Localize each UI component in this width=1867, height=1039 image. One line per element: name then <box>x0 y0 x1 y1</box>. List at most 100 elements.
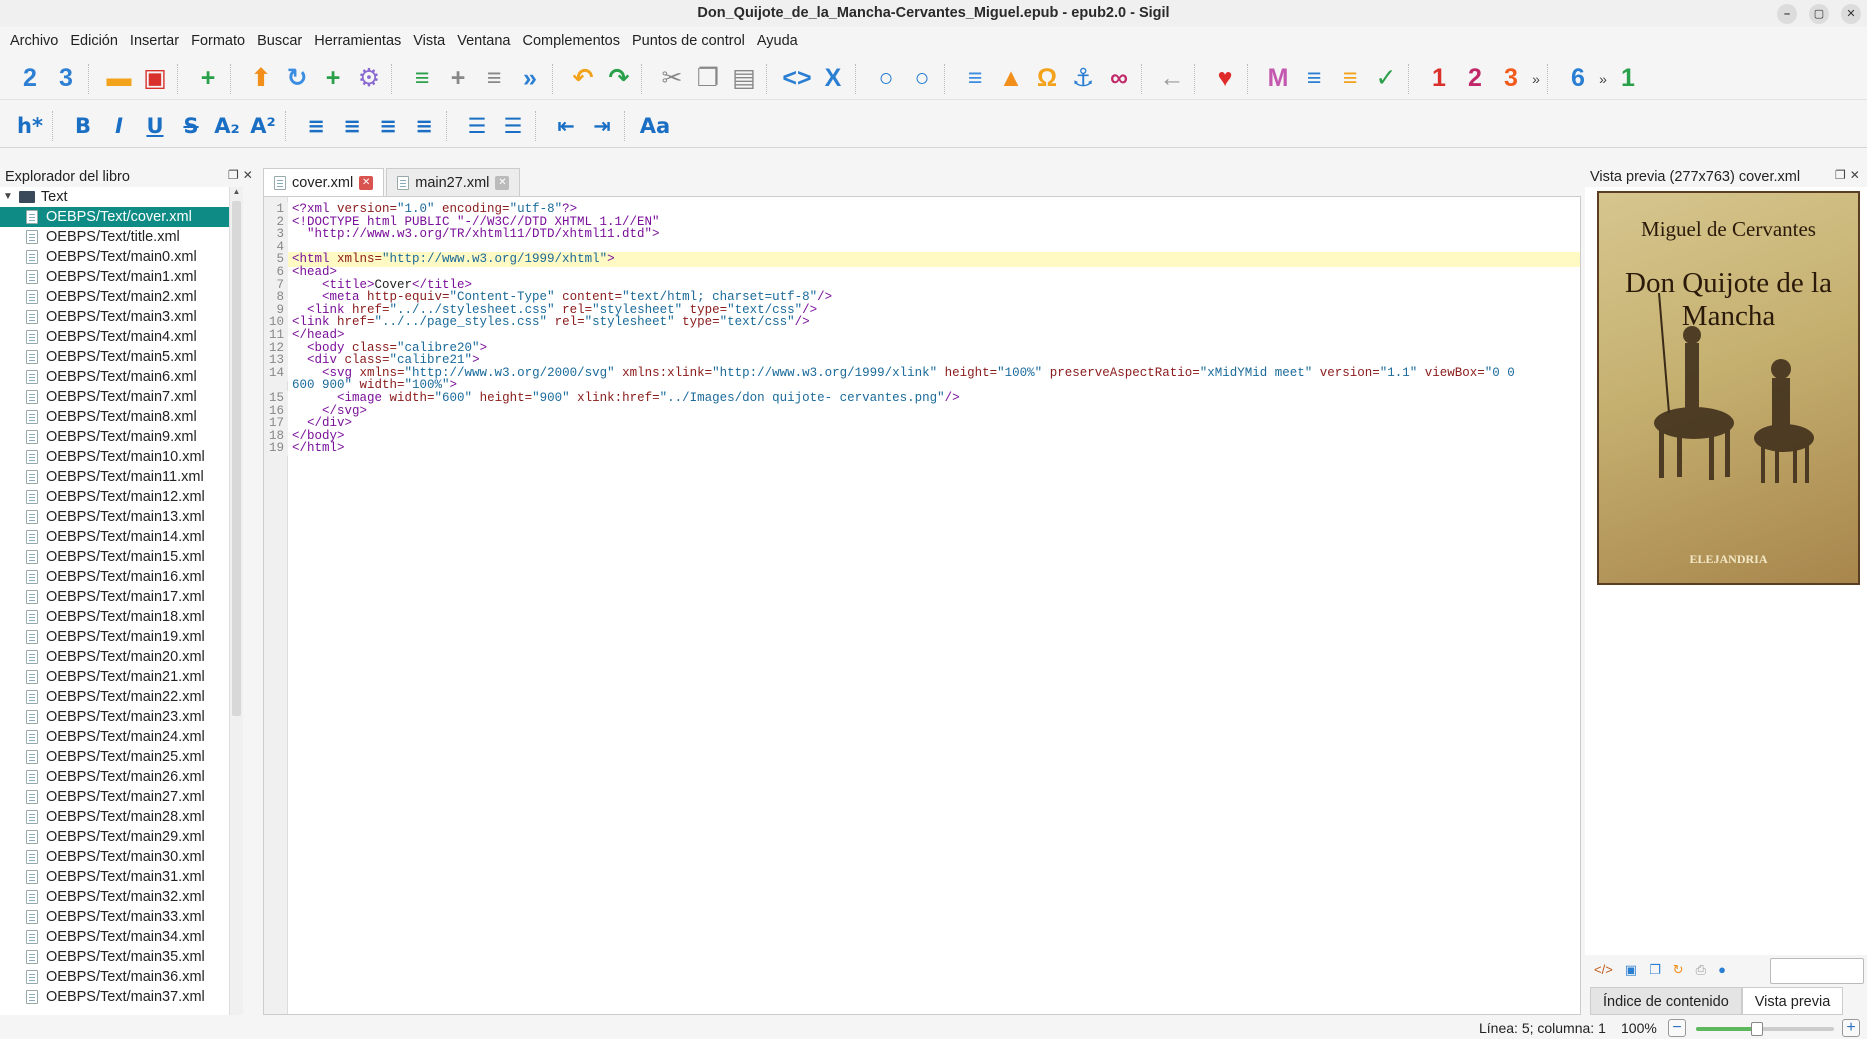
settings-gear-icon[interactable]: ⚙ <box>351 61 387 97</box>
file-list-item[interactable]: OEBPS/Text/main28.xml <box>0 807 242 827</box>
explorer-scrollbar[interactable]: ▲ <box>229 187 243 1015</box>
file-list-item[interactable]: OEBPS/Text/main1.xml <box>0 267 242 287</box>
plugin-1-icon[interactable]: 1 <box>1421 61 1457 97</box>
file-list-item[interactable]: OEBPS/Text/main22.xml <box>0 687 242 707</box>
justify-button[interactable]: ≡ <box>406 108 442 144</box>
preview-search-input[interactable] <box>1770 958 1864 984</box>
paste-icon[interactable]: ▤ <box>726 61 762 97</box>
menu-buscar[interactable]: Buscar <box>251 29 308 53</box>
expand-arrow-icon[interactable]: ▼ <box>3 187 13 207</box>
toolbar-overflow-icon[interactable]: » <box>1596 71 1610 87</box>
text-case-button[interactable]: Aa <box>637 108 673 144</box>
toolbar-overflow-icon[interactable]: » <box>1529 71 1543 87</box>
cut-icon[interactable]: ✂ <box>654 61 690 97</box>
plugin-6-icon[interactable]: 6 <box>1560 61 1596 97</box>
heart-icon[interactable]: ♥ <box>1207 61 1243 97</box>
menu-formato[interactable]: Formato <box>185 29 251 53</box>
heading-3-icon[interactable]: 3 <box>48 61 84 97</box>
file-list-item[interactable]: OEBPS/Text/main8.xml <box>0 407 242 427</box>
file-list-item[interactable]: OEBPS/Text/main29.xml <box>0 827 242 847</box>
file-list-item[interactable]: OEBPS/Text/main7.xml <box>0 387 242 407</box>
file-list-item[interactable]: OEBPS/Text/main4.xml <box>0 327 242 347</box>
increase-indent-button[interactable]: ⇥ <box>584 108 620 144</box>
anchor-icon[interactable]: ⚓ <box>1065 61 1101 97</box>
float-preview-icon[interactable]: ❐ <box>1835 168 1846 182</box>
copy-icon[interactable]: ❐ <box>690 61 726 97</box>
file-list-item[interactable]: OEBPS/Text/main19.xml <box>0 627 242 647</box>
undo-icon[interactable]: ↶ <box>565 61 601 97</box>
editor-tab[interactable]: cover.xml ✕ <box>263 168 385 196</box>
image-icon[interactable]: ▲ <box>993 61 1029 97</box>
decrease-indent-button[interactable]: ⇤ <box>548 108 584 144</box>
plugin-3-icon[interactable]: 3 <box>1493 61 1529 97</box>
align-left-button[interactable]: ≡ <box>298 108 334 144</box>
heading-star-button[interactable]: h* <box>12 108 48 144</box>
close-tab-icon[interactable]: ✕ <box>359 175 374 190</box>
file-list-item[interactable]: OEBPS/Text/main27.xml <box>0 787 242 807</box>
close-tab-icon[interactable]: ✕ <box>495 175 510 190</box>
file-list-item[interactable]: OEBPS/Text/main0.xml <box>0 247 242 267</box>
code-tags-icon[interactable]: <> <box>779 61 815 97</box>
file-list-item[interactable]: OEBPS/Text/main17.xml <box>0 587 242 607</box>
back-arrow-icon[interactable]: ← <box>1154 61 1190 97</box>
file-list-item[interactable]: OEBPS/Text/main30.xml <box>0 847 242 867</box>
file-list-item[interactable]: OEBPS/Text/main35.xml <box>0 947 242 967</box>
search-icon[interactable]: ○ <box>868 61 904 97</box>
file-list-item[interactable]: OEBPS/Text/main21.xml <box>0 667 242 687</box>
file-list-item[interactable]: OEBPS/Text/main36.xml <box>0 967 242 987</box>
copy-preview-icon[interactable]: ❐ <box>1649 962 1661 978</box>
code-editor[interactable]: 1 <?xml version="1.0" encoding="utf-8"?> 2… <box>263 196 1581 1015</box>
save-icon[interactable]: ▣ <box>137 61 173 97</box>
reload-icon[interactable]: ↻ <box>279 61 315 97</box>
heading-2-icon[interactable]: 2 <box>12 61 48 97</box>
menu-ventana[interactable]: Ventana <box>451 29 516 53</box>
menu-vista[interactable]: Vista <box>407 29 451 53</box>
split-icon[interactable]: + <box>440 61 476 97</box>
file-list-item[interactable]: OEBPS/Text/main11.xml <box>0 467 242 487</box>
menu-complementos[interactable]: Complementos <box>516 29 626 53</box>
file-list-item[interactable]: OEBPS/Text/main12.xml <box>0 487 242 507</box>
upload-icon[interactable]: ⬆ <box>243 61 279 97</box>
file-list-item[interactable]: OEBPS/Text/main2.xml <box>0 287 242 307</box>
link-icon[interactable]: ∞ <box>1101 61 1137 97</box>
file-list-item[interactable]: OEBPS/Text/main6.xml <box>0 367 242 387</box>
reorder-icon[interactable]: » <box>512 61 548 97</box>
float-panel-icon[interactable]: ❐ <box>228 168 239 182</box>
tree-folder-text[interactable]: ▼ Text <box>0 187 242 207</box>
menu-insertar[interactable]: Insertar <box>124 29 185 53</box>
menu-ayuda[interactable]: Ayuda <box>751 29 804 53</box>
file-list-item[interactable]: OEBPS/Text/main34.xml <box>0 927 242 947</box>
refresh-icon[interactable]: ↻ <box>1673 962 1684 978</box>
file-list-item[interactable]: OEBPS/Text/main16.xml <box>0 567 242 587</box>
scroll-thumb[interactable] <box>232 201 241 716</box>
superscript-button[interactable]: A² <box>245 108 281 144</box>
scroll-up-icon[interactable]: ▲ <box>230 187 243 196</box>
metadata-icon[interactable]: M <box>1260 61 1296 97</box>
zoom-out-button[interactable]: − <box>1668 1019 1686 1037</box>
bold-button[interactable]: B <box>65 108 101 144</box>
maximize-button[interactable]: ▢ <box>1809 4 1829 24</box>
file-list-item[interactable]: OEBPS/Text/main23.xml <box>0 707 242 727</box>
close-preview-icon[interactable]: ✕ <box>1850 168 1860 182</box>
omega-icon[interactable]: Ω <box>1029 61 1065 97</box>
file-list-item[interactable]: OEBPS/Text/main15.xml <box>0 547 242 567</box>
plugin-1b-icon[interactable]: 1 <box>1610 61 1646 97</box>
file-list-item[interactable]: OEBPS/Text/main14.xml <box>0 527 242 547</box>
file-list-item[interactable]: OEBPS/Text/main26.xml <box>0 767 242 787</box>
file-list-item[interactable]: OEBPS/Text/title.xml <box>0 227 242 247</box>
numbered-list-button[interactable]: ☰ <box>495 108 531 144</box>
plugin-2-icon[interactable]: 2 <box>1457 61 1493 97</box>
file-list-item[interactable]: OEBPS/Text/main32.xml <box>0 887 242 907</box>
file-list-item[interactable]: OEBPS/Text/main20.xml <box>0 647 242 667</box>
inspect-icon[interactable]: ▣ <box>1625 962 1637 978</box>
print-icon[interactable]: ⎙ <box>1696 962 1706 978</box>
file-list-item[interactable]: OEBPS/Text/main33.xml <box>0 907 242 927</box>
file-list-item[interactable]: OEBPS/Text/cover.xml <box>0 207 242 227</box>
underline-button[interactable]: U <box>137 108 173 144</box>
file-list-item[interactable]: OEBPS/Text/main37.xml <box>0 987 242 1007</box>
file-list-item[interactable]: OEBPS/Text/main18.xml <box>0 607 242 627</box>
file-list-item[interactable]: OEBPS/Text/main13.xml <box>0 507 242 527</box>
insert-file-icon[interactable]: ≡ <box>957 61 993 97</box>
menu-archivo[interactable]: Archivo <box>4 29 64 53</box>
search-favorite-icon[interactable]: ○ <box>904 61 940 97</box>
